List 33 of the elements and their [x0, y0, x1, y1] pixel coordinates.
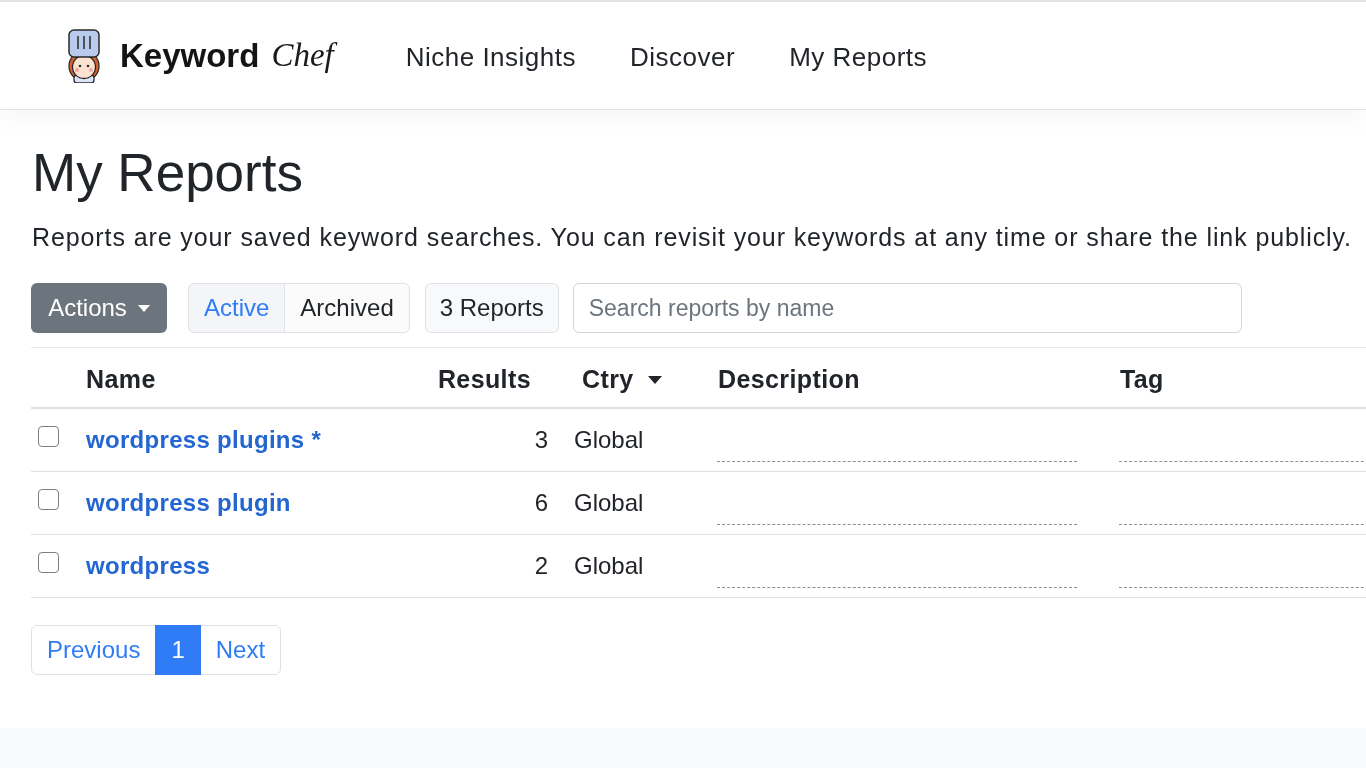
column-header: Tag [1119, 364, 1165, 395]
nav-link[interactable]: Discover [630, 41, 736, 73]
actions-button[interactable]: Actions [31, 283, 167, 333]
nav-link[interactable]: Niche Insights [405, 41, 576, 73]
page-title: My Reports [32, 142, 303, 204]
row-checkbox[interactable] [38, 488, 59, 510]
current-page-button[interactable]: 1 [155, 625, 201, 675]
results-count: 3 [534, 426, 548, 454]
country-text: Global [574, 489, 644, 517]
filter-tab[interactable]: Archived [284, 283, 410, 333]
caret-down-icon [137, 304, 150, 312]
results-count: 6 [534, 489, 548, 517]
brand-name: Keyword [120, 36, 260, 75]
results-count: 2 [534, 552, 548, 580]
page-nav-button[interactable]: Previous [31, 625, 157, 675]
caret-down-icon [647, 375, 662, 384]
report-count: 3 Reports [424, 283, 559, 333]
column-header: Results [436, 364, 532, 395]
column-header: Description [717, 364, 861, 395]
country-text: Global [574, 552, 644, 580]
nav-link[interactable]: My Reports [789, 41, 928, 73]
country-text: Global [574, 426, 644, 454]
report-name-link[interactable]: wordpress plugins * [86, 426, 322, 454]
search-field[interactable]: Search reports by name [572, 283, 1242, 333]
page-description: Reports are your saved keyword searches. You can revisit your keywords at any time or share the link publicly. [32, 222, 1352, 253]
filter-tab[interactable]: Active [188, 283, 286, 333]
report-name-link[interactable]: wordpress plugin [86, 489, 291, 517]
page-nav-button[interactable]: Next [199, 625, 282, 675]
report-name-link[interactable]: wordpress [86, 552, 211, 580]
column-header: Name [85, 364, 157, 395]
row-checkbox[interactable] [38, 551, 59, 573]
row-checkbox[interactable] [38, 425, 59, 447]
column-header-dropdown[interactable]: Ctry [582, 365, 662, 394]
